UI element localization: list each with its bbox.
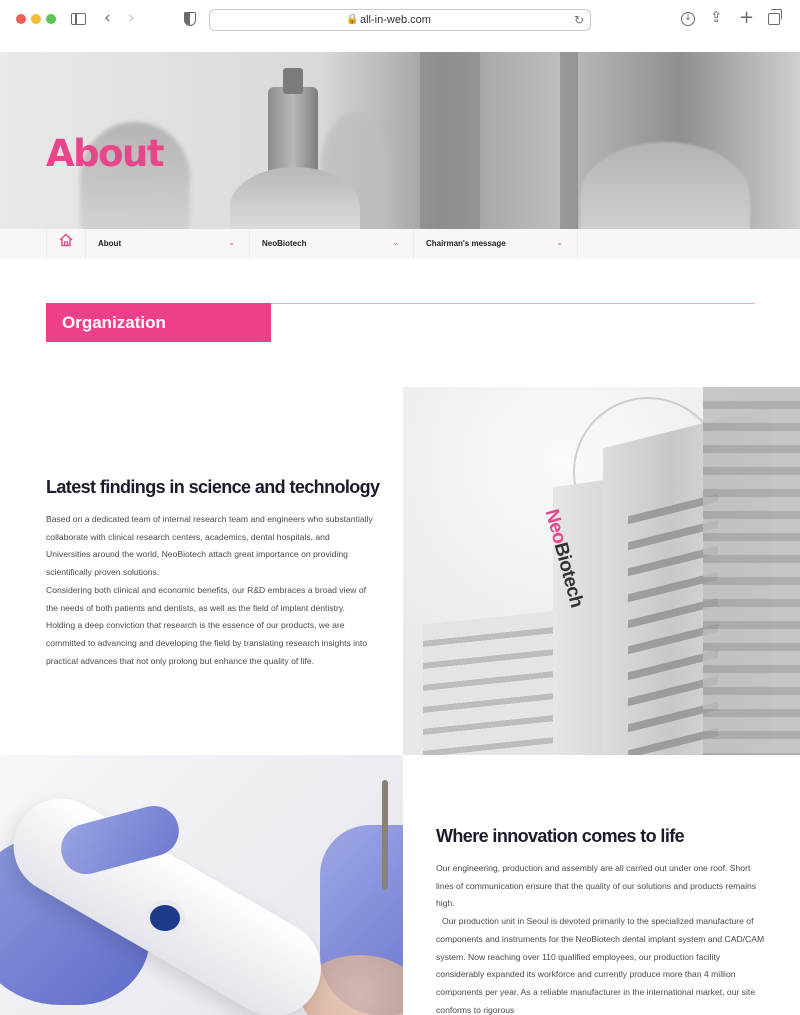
hero-background-shape (580, 142, 750, 229)
innovation-text: Our engineering, production and assembly… (436, 860, 766, 1015)
science-title: Latest findings in science and technolog… (46, 477, 380, 497)
hero-background-shape (560, 52, 578, 229)
building-shape (423, 609, 573, 755)
subnav-dropdown-chairmans-message[interactable]: Chairman's message ⌄ (414, 229, 578, 259)
minimize-window-button[interactable] (31, 14, 41, 24)
building-shape (703, 387, 800, 755)
back-icon[interactable]: ‹ (104, 10, 111, 27)
shield-icon[interactable] (184, 12, 196, 26)
subnav-dropdown-about[interactable]: About ⌄ (86, 229, 250, 259)
section-heading: Organization (62, 313, 166, 332)
section-heading-box: Organization (46, 303, 271, 342)
innovation-paragraph: Our engineering, production and assembly… (436, 863, 757, 909)
subnav-label: Chairman's message (426, 239, 506, 248)
science-paragraph: Considering both clinical and economic b… (46, 584, 368, 666)
url-text[interactable]: all-in-web.com (360, 14, 431, 26)
subnav-dropdown-neobiotech[interactable]: NeoBiotech ⌄ (250, 229, 414, 259)
hero-background-shape (420, 52, 480, 229)
new-tab-icon[interactable]: + (739, 9, 754, 27)
subnav-label: About (98, 239, 122, 248)
science-text: Based on a dedicated team of internal re… (46, 511, 376, 670)
scanner-button (150, 905, 180, 931)
chevron-down-icon: ⌄ (556, 238, 563, 247)
hero-bottle-cap (283, 68, 303, 94)
section-divider (270, 303, 755, 304)
home-button[interactable] (46, 229, 86, 259)
lock-icon: 🔒 (346, 14, 359, 25)
chevron-down-icon: ⌄ (392, 238, 399, 247)
download-icon[interactable]: ↓ (681, 12, 695, 26)
scanner-photo (0, 755, 403, 1015)
breadcrumb-nav: About ⌄ NeoBiotech ⌄ Chairman's message … (0, 229, 800, 259)
sidebar-icon[interactable] (71, 13, 86, 25)
chevron-down-icon: ⌄ (228, 238, 235, 247)
close-window-button[interactable] (16, 14, 26, 24)
hero-bottle-stem (268, 87, 318, 177)
innovation-paragraph: Our production unit in Seoul is devoted … (436, 916, 765, 1015)
subnav-label: NeoBiotech (262, 239, 307, 248)
page-title: About (46, 132, 165, 175)
dental-probe (382, 780, 388, 890)
share-icon[interactable]: ⇪ (710, 10, 723, 25)
browser-toolbar: ‹ › 🔒 all-in-web.com ↻ ↓ ⇪ + (0, 0, 800, 40)
tabs-icon[interactable] (768, 9, 782, 25)
reload-icon[interactable]: ↻ (574, 13, 584, 27)
hero-banner: About (0, 52, 800, 229)
innovation-title: Where innovation comes to life (436, 826, 685, 846)
home-icon (59, 233, 73, 247)
address-bar[interactable]: 🔒 all-in-web.com ↻ (209, 9, 591, 31)
zoom-window-button[interactable] (46, 14, 56, 24)
building-photo: NeoBiotech (403, 387, 800, 755)
science-paragraph: Based on a dedicated team of internal re… (46, 514, 373, 578)
forward-icon[interactable]: › (128, 10, 135, 27)
